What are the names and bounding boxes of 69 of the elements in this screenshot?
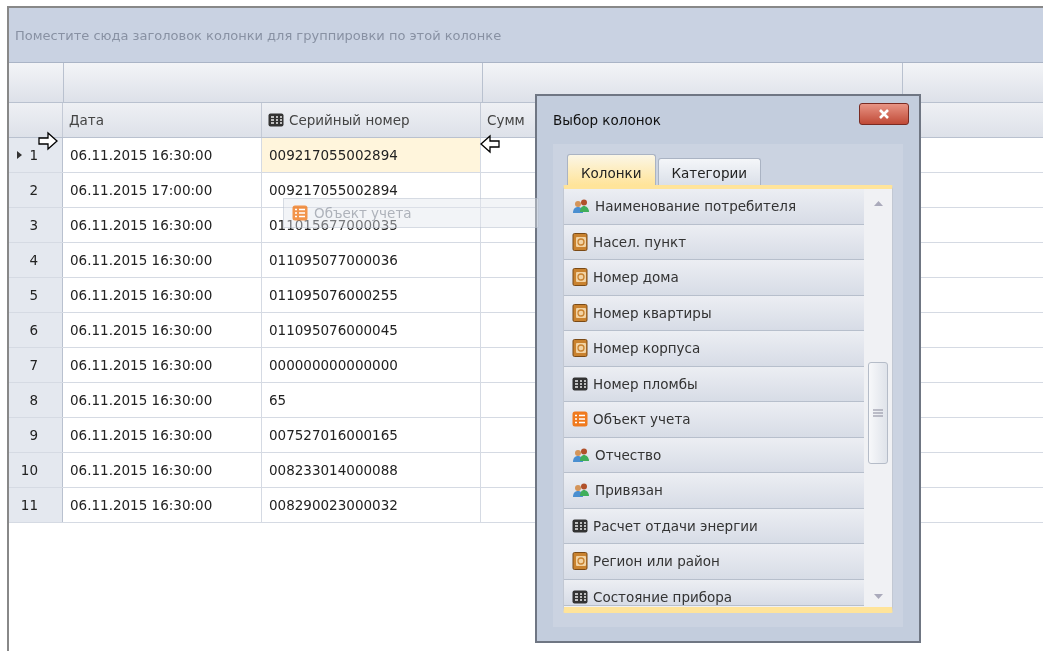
- table-cell: 011095076000255: [262, 278, 481, 312]
- address-book-icon: [572, 303, 588, 322]
- row-indicator[interactable]: 11: [9, 488, 63, 522]
- row-indicator[interactable]: 10: [9, 453, 63, 487]
- group-panel-hint: Поместите сюда заголовок колонки для группировки по этой колонке: [15, 27, 502, 43]
- people-icon: [572, 482, 590, 499]
- column-header[interactable]: Серийный номер: [262, 103, 481, 137]
- scroll-down-icon: [873, 594, 883, 599]
- counter-icon: [572, 375, 588, 392]
- column-list-item[interactable]: Номер дома: [564, 260, 864, 296]
- column-list-item[interactable]: Насел. пункт: [564, 224, 864, 260]
- table-cell: 65: [262, 383, 481, 417]
- counter-icon: [572, 588, 588, 605]
- column-list-item[interactable]: Наименование потребителя: [564, 189, 864, 225]
- close-icon: [877, 109, 891, 119]
- address-book-icon: [572, 232, 588, 251]
- table-cell: 06.11.2015 16:30:00: [63, 278, 262, 312]
- row-indicator[interactable]: 3: [9, 208, 63, 242]
- current-row-icon: [17, 151, 22, 159]
- row-indicator[interactable]: 2: [9, 173, 63, 207]
- column-list-item[interactable]: Номер пломбы: [564, 366, 864, 402]
- column-list-item[interactable]: Номер корпуса: [564, 331, 864, 367]
- address-book-icon: [572, 552, 588, 571]
- counter-icon: [268, 112, 284, 128]
- table-cell: 06.11.2015 17:00:00: [63, 173, 262, 207]
- table-cell: 011095077000036: [262, 243, 481, 277]
- table-cell: 06.11.2015 16:30:00: [63, 488, 262, 522]
- table-cell: 007527016000165: [262, 418, 481, 452]
- counter-icon: [572, 517, 588, 534]
- table-cell: 06.11.2015 16:30:00: [63, 243, 262, 277]
- row-indicator[interactable]: 7: [9, 348, 63, 382]
- scroll-up-icon: [873, 201, 883, 206]
- table-cell: 008233014000088: [262, 453, 481, 487]
- row-indicator[interactable]: 5: [9, 278, 63, 312]
- drop-arrow-icon: [38, 131, 58, 151]
- row-indicator[interactable]: 4: [9, 243, 63, 277]
- column-list-item[interactable]: Состояние прибора: [564, 579, 864, 606]
- people-icon: [572, 198, 590, 215]
- tab[interactable]: Колонки: [567, 154, 656, 185]
- row-indicator[interactable]: 8: [9, 383, 63, 417]
- column-list-item[interactable]: Привязан: [564, 473, 864, 509]
- list-icon: [572, 411, 588, 428]
- column-list-item[interactable]: Расчет отдачи энергии: [564, 508, 864, 544]
- table-cell: 008290023000032: [262, 488, 481, 522]
- column-list-item[interactable]: Регион или район: [564, 544, 864, 580]
- column-list-item[interactable]: Объект учета: [564, 402, 864, 438]
- table-cell: 06.11.2015 16:30:00: [63, 313, 262, 347]
- column-list-item[interactable]: Номер квартиры: [564, 295, 864, 331]
- close-button[interactable]: [859, 103, 909, 125]
- table-cell: 06.11.2015 16:30:00: [63, 383, 262, 417]
- table-cell: 011095076000045: [262, 313, 481, 347]
- people-icon: [572, 446, 590, 463]
- table-cell: 06.11.2015 16:30:00: [63, 348, 262, 382]
- scrollbar-thumb[interactable]: [868, 362, 888, 464]
- row-indicator[interactable]: 1: [9, 138, 63, 172]
- table-cell: 06.11.2015 16:30:00: [63, 453, 262, 487]
- row-indicator[interactable]: 6: [9, 313, 63, 347]
- column-list-item[interactable]: Отчество: [564, 437, 864, 473]
- table-cell: 06.11.2015 16:30:00: [63, 418, 262, 452]
- address-book-icon: [572, 268, 588, 287]
- drop-arrow-icon: [480, 134, 500, 154]
- dialog-title: Выбор колонок: [553, 112, 661, 128]
- address-book-icon: [572, 339, 588, 358]
- table-cell: 000000000000000: [262, 348, 481, 382]
- row-indicator[interactable]: 9: [9, 418, 63, 452]
- table-cell: 06.11.2015 16:30:00: [63, 208, 262, 242]
- table-cell: 009217055002894: [262, 138, 481, 172]
- tab[interactable]: Категории: [657, 158, 761, 185]
- column-header[interactable]: Дата: [63, 103, 262, 137]
